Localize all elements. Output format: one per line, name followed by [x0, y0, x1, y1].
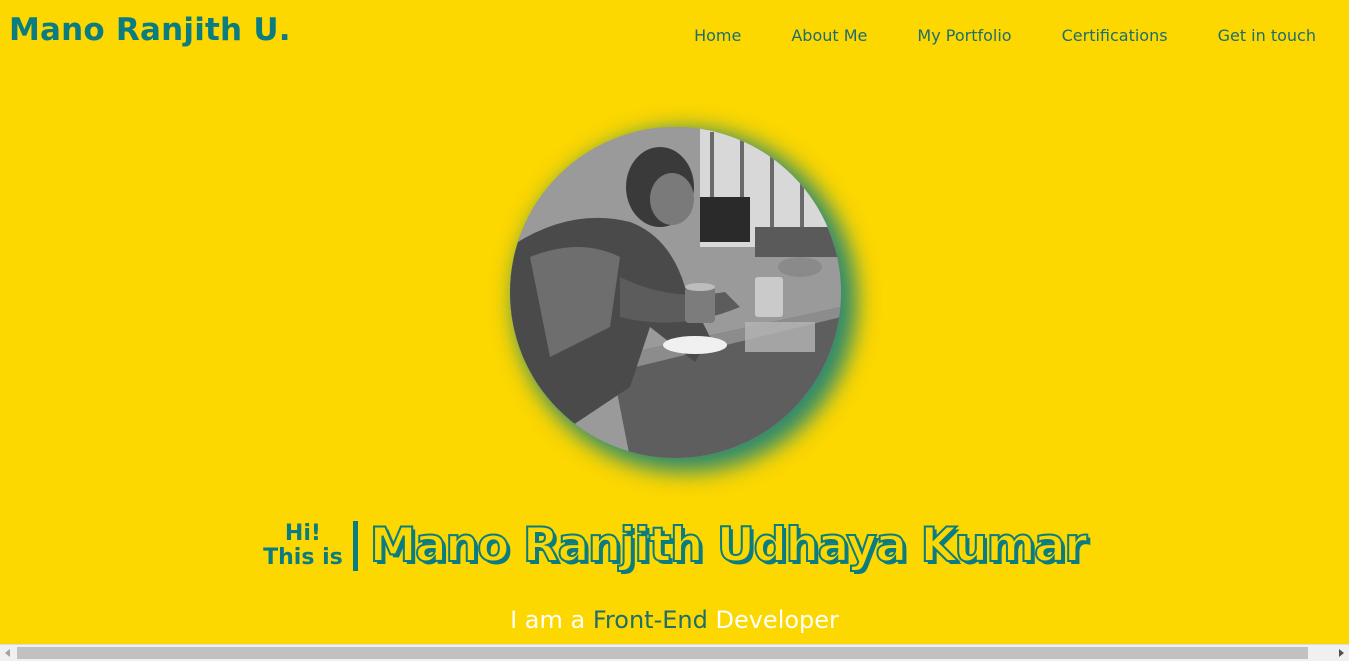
greeting: Hi! This is: [263, 520, 343, 570]
greeting-this-is: This is: [263, 544, 343, 570]
profile-photo: [510, 127, 841, 458]
site-logo[interactable]: Mano Ranjith U.: [9, 12, 291, 48]
hero-name: Mano Ranjith Udhaya Kumar: [369, 517, 1089, 574]
hero-intro: Hi! This is Mano Ranjith Udhaya Kumar: [0, 517, 1349, 574]
profile-photo-image: [510, 127, 841, 458]
page: Mano Ranjith U. Home About Me My Portfol…: [0, 0, 1349, 661]
nav-my-portfolio[interactable]: My Portfolio: [917, 26, 1011, 45]
greeting-hi: Hi!: [284, 520, 321, 546]
nav-certifications[interactable]: Certifications: [1062, 26, 1168, 45]
tagline-role: Front-End: [592, 606, 708, 634]
divider-bar: [352, 520, 358, 571]
horizontal-scrollbar[interactable]: [0, 644, 1349, 661]
nav-about-me[interactable]: About Me: [791, 26, 867, 45]
nav-get-in-touch[interactable]: Get in touch: [1218, 26, 1316, 45]
scroll-right-arrow-icon[interactable]: [1339, 649, 1344, 657]
tagline: I am a Front-End Developer: [0, 606, 1349, 634]
scrollbar-thumb[interactable]: [17, 647, 1308, 659]
scroll-left-arrow-icon[interactable]: [5, 649, 10, 657]
nav-home[interactable]: Home: [694, 26, 741, 45]
tagline-prefix: I am a: [510, 606, 593, 634]
main-nav: Home About Me My Portfolio Certification…: [694, 26, 1316, 45]
tagline-suffix: Developer: [707, 606, 839, 634]
